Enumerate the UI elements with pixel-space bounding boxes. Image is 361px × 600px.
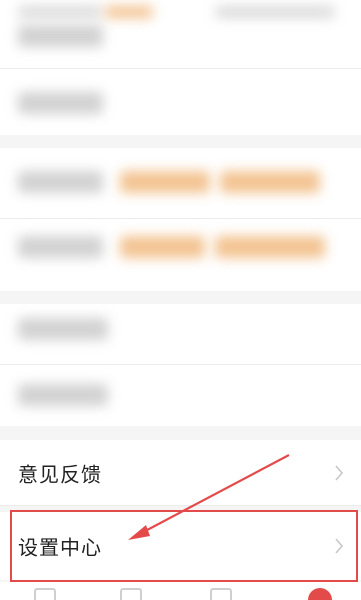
divider xyxy=(0,218,361,219)
blurred-pill-1b xyxy=(220,171,320,193)
divider xyxy=(0,68,361,69)
blurred-status-right xyxy=(215,6,335,18)
blurred-item-3 xyxy=(18,318,108,340)
app-screen: 意见反馈 设置中心 xyxy=(0,0,361,600)
blurred-row-label-2 xyxy=(18,236,103,258)
list-item-feedback[interactable]: 意见反馈 xyxy=(0,440,361,505)
blurred-pill-1a xyxy=(120,171,210,193)
category-icon[interactable] xyxy=(120,588,142,600)
blurred-pill-2a xyxy=(120,236,205,258)
divider xyxy=(0,364,361,365)
highlight-box xyxy=(10,510,358,582)
profile-icon[interactable] xyxy=(308,588,332,600)
cart-icon[interactable] xyxy=(210,588,232,600)
blurred-row-label-1 xyxy=(18,171,103,193)
blurred-item-2 xyxy=(18,92,103,114)
feedback-label: 意见反馈 xyxy=(18,462,102,486)
blurred-status-mid xyxy=(105,6,153,18)
blurred-status-left xyxy=(18,6,103,18)
bottom-nav xyxy=(0,582,361,600)
blurred-header-card xyxy=(0,0,361,135)
divider xyxy=(0,505,361,506)
blurred-item-4 xyxy=(18,384,108,406)
blurred-middle-card xyxy=(0,148,361,291)
home-icon[interactable] xyxy=(34,588,56,600)
chevron-right-icon xyxy=(335,464,344,481)
blurred-item-1 xyxy=(18,25,103,47)
blurred-lower-card xyxy=(0,304,361,426)
blurred-pill-2b xyxy=(215,236,325,258)
